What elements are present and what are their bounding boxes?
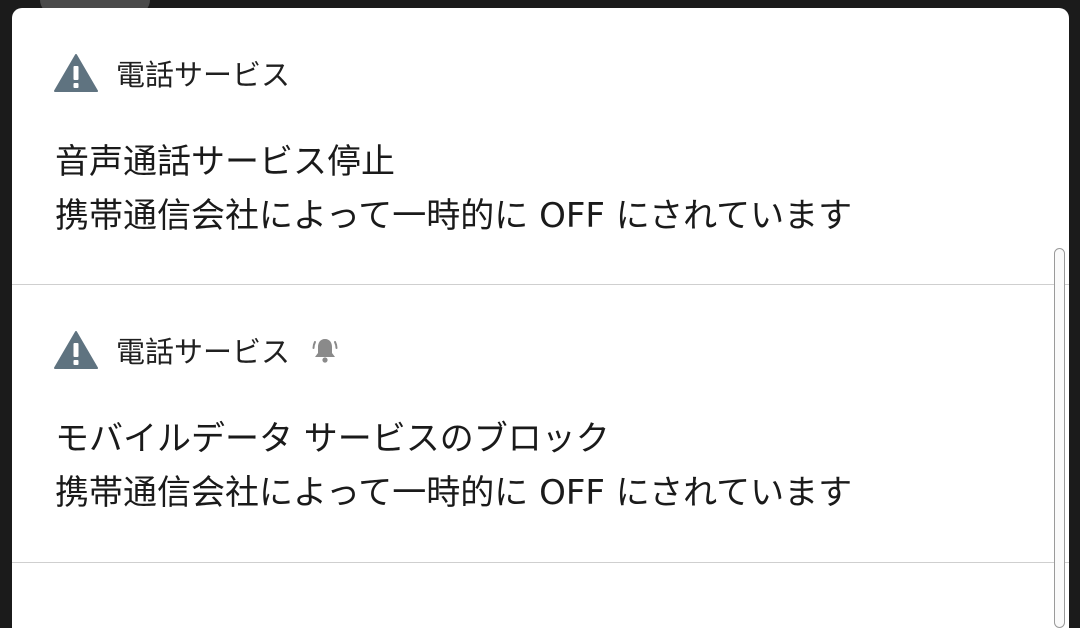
notification-text: 携帯通信会社によって一時的に OFF にされています xyxy=(55,473,853,513)
notification-text: 携帯通信会社によって一時的に OFF にされています xyxy=(55,196,853,236)
warning-triangle-icon xyxy=(54,54,98,92)
notification-shade: 電話サービス 音声通話サービス停止 携帯通信会社によって一時的に OFF にされ… xyxy=(12,8,1069,628)
notification-header: 電話サービス xyxy=(54,53,290,93)
warning-triangle-icon xyxy=(54,331,98,369)
notification-divider xyxy=(12,562,1069,563)
scrollbar[interactable] xyxy=(1054,248,1065,628)
bell-icon xyxy=(312,339,338,363)
notification-header: 電話サービス xyxy=(54,330,338,370)
notification-app-name: 電話サービス xyxy=(116,335,291,369)
notification-card[interactable]: 電話サービス モバイルデータ サービスのブロック 携帯通信会社によって一時的に … xyxy=(12,285,1069,561)
notification-title: モバイルデータ サービスのブロック xyxy=(55,419,610,459)
notification-card[interactable]: 電話サービス 音声通話サービス停止 携帯通信会社によって一時的に OFF にされ… xyxy=(12,8,1069,284)
notification-app-name: 電話サービス xyxy=(116,58,291,92)
notification-title: 音声通話サービス停止 xyxy=(55,142,395,182)
